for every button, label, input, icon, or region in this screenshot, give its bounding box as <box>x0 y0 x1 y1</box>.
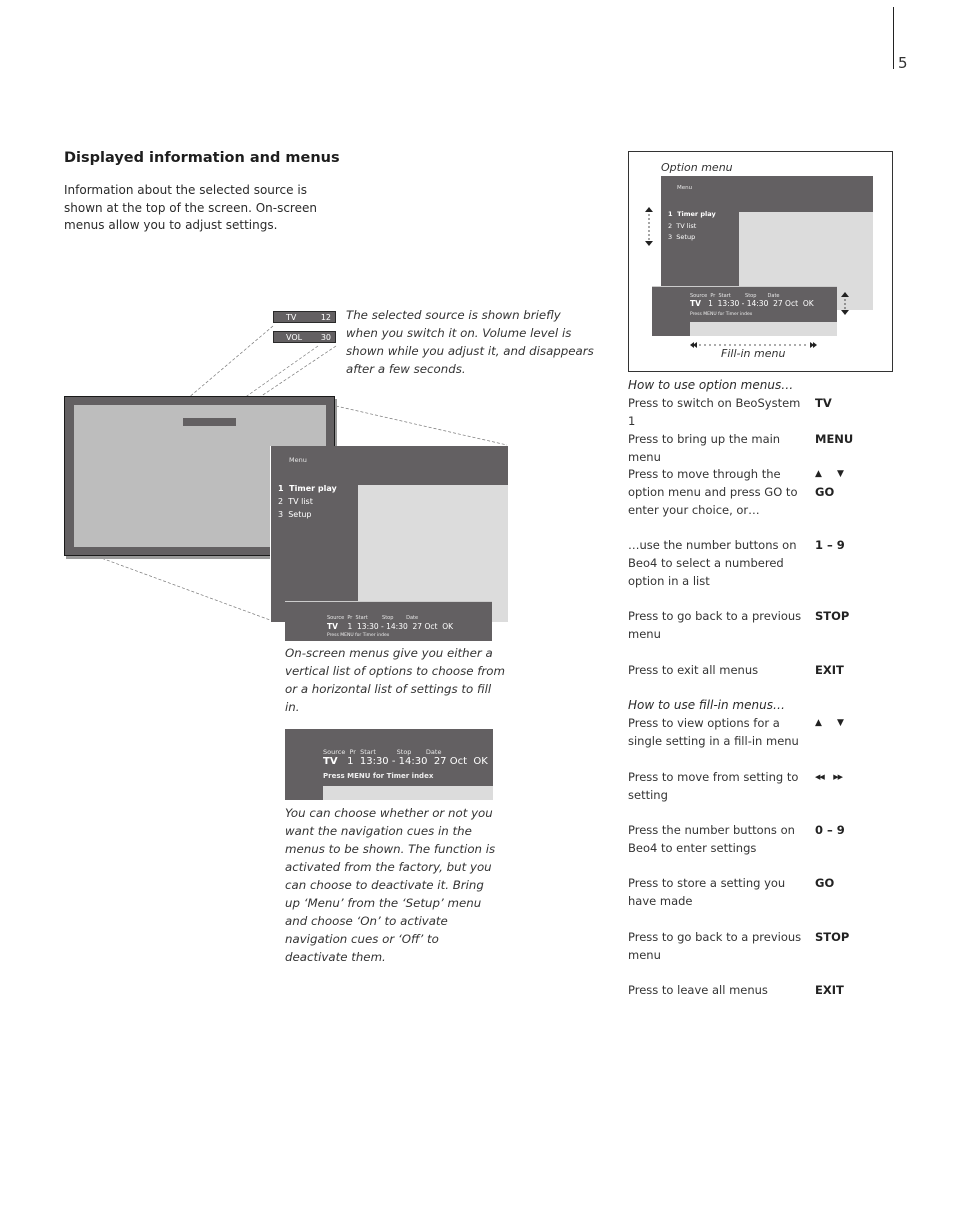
up-down-arrows-icon <box>841 292 849 315</box>
instruction-desc: …use the number buttons on Beo4 to selec… <box>628 538 797 588</box>
source-value: 12 <box>320 312 331 322</box>
tv-osd-strip <box>183 418 236 426</box>
key-menu: MENU <box>815 432 854 446</box>
key-go: GO <box>815 876 835 890</box>
fill-in-headers: Source Pr Start Stop Date <box>327 615 419 621</box>
key-exit: EXIT <box>815 983 844 997</box>
instruction-desc: Press to view options for a single setti… <box>628 716 799 748</box>
fill-in-menu-overlay: Source Pr Start Stop Date TV 1 13:30 - 1… <box>285 601 492 641</box>
up-down-arrows-icon: ▲ ▼ <box>815 718 850 728</box>
fill-in-hint: Press MENU for Timer index <box>327 633 390 638</box>
key-stop: STOP <box>815 930 850 944</box>
volume-value: 30 <box>320 332 331 342</box>
menu-item[interactable]: 1 Timer play <box>278 482 337 495</box>
key-stop: STOP <box>815 609 850 623</box>
source-display: TV 12 <box>273 311 336 323</box>
fill-in-hint: Press MENU for Timer index <box>323 772 434 780</box>
instruction-desc: Press to switch on BeoSystem 1 <box>628 396 801 428</box>
fillin-instructions-title: How to use fill-in menus… <box>628 698 785 712</box>
up-down-arrows-icon <box>645 207 653 246</box>
key-tv: TV <box>815 396 832 410</box>
instruction-desc: Press the number buttons on Beo4 to ente… <box>628 823 795 855</box>
rewind-fast-forward-icon: ◀◀ ▶▶ <box>815 773 843 781</box>
source-label: TV <box>286 312 297 322</box>
fast-forward-icon <box>810 342 817 348</box>
fill-in-values[interactable]: TV 1 13:30 - 14:30 27 Oct OK <box>323 756 488 767</box>
instruction-desc: Press to leave all menus <box>628 983 768 997</box>
instruction-desc: Press to move from setting to setting <box>628 770 799 802</box>
volume-label: VOL <box>286 332 303 342</box>
menu-connector-line <box>335 405 508 446</box>
menu-connector-line <box>73 547 271 621</box>
fill-in-menu-label: Fill-in menu <box>721 347 786 360</box>
menu-title: Menu <box>289 456 307 464</box>
option-menu-panel: Menu 1 Timer play 2 TV list 3 Setup <box>270 446 508 622</box>
option-instructions-title: How to use option menus… <box>628 378 794 392</box>
key-exit: EXIT <box>815 663 844 677</box>
volume-display: VOL 30 <box>273 331 336 343</box>
navigation-cues-caption: You can choose whether or not you want t… <box>285 806 496 964</box>
fill-in-headers: Source Pr Start Stop Date <box>323 748 442 756</box>
rewind-icon <box>690 342 697 348</box>
instruction-desc: Press to exit all menus <box>628 663 759 677</box>
menus-caption: On-screen menus give you either a vertic… <box>285 646 505 714</box>
instruction-desc: Press to go back to a previous menu <box>628 609 802 641</box>
fill-in-menu: Source Pr Start Stop Date TV 1 13:30 - 1… <box>285 729 493 800</box>
fill-in-content-area <box>323 786 493 800</box>
up-down-arrows-icon: ▲ ▼ <box>815 469 850 479</box>
menu-navigation-diagram: Option menu Menu 1 Timer play 2 TV list … <box>628 151 893 372</box>
instruction-desc: Press to bring up the main menu <box>628 432 781 464</box>
menu-item[interactable]: 2 TV list <box>278 495 337 508</box>
fill-in-values: TV 1 13:30 - 14:30 27 Oct OK <box>327 622 454 631</box>
key-number-range: 1 – 9 <box>815 538 845 552</box>
key-go: GO <box>815 485 835 499</box>
osd-caption: The selected source is shown briefly whe… <box>346 308 594 376</box>
menu-item-list: 1 Timer play 2 TV list 3 Setup <box>278 482 337 521</box>
menu-item[interactable]: 3 Setup <box>278 508 337 521</box>
key-number-range: 0 – 9 <box>815 823 845 837</box>
instruction-desc: Press to store a setting you have made <box>628 876 786 908</box>
navigation-arrows <box>645 207 849 348</box>
instruction-desc: Press to go back to a previous menu <box>628 930 802 962</box>
instruction-desc: Press to move through the option menu an… <box>628 467 798 517</box>
